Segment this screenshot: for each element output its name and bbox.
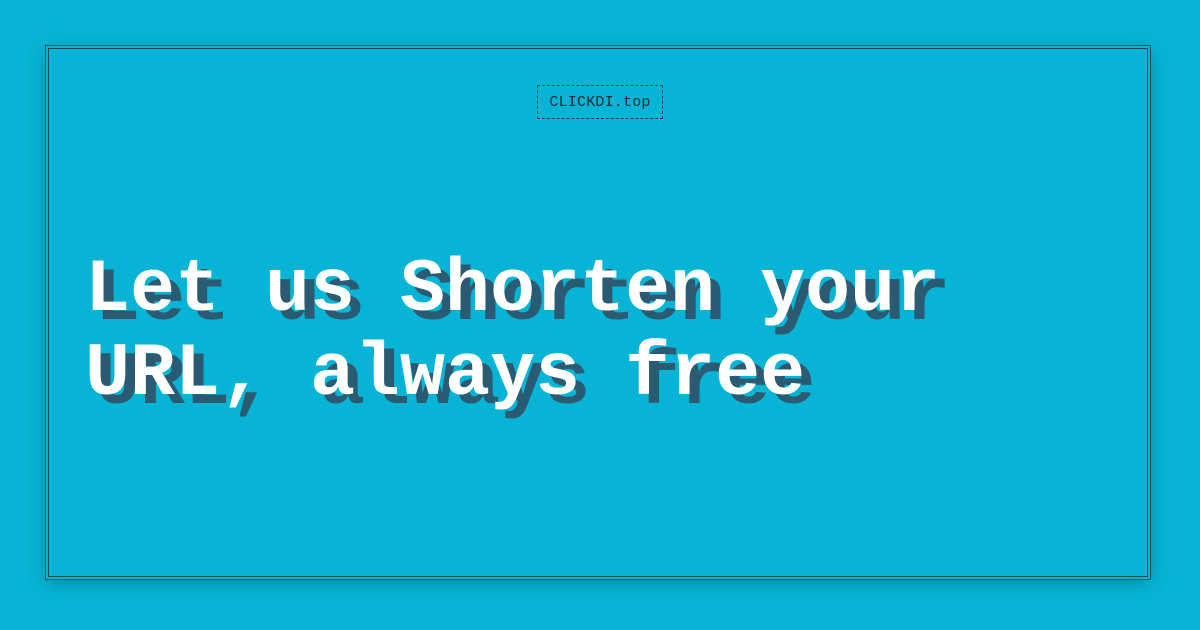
hero-card: CLICKDI.top Let us Shorten your URL, alw… bbox=[48, 48, 1148, 577]
hero-headline: Let us Shorten your URL, always free bbox=[85, 248, 941, 417]
brand-badge[interactable]: CLICKDI.top bbox=[537, 85, 663, 119]
